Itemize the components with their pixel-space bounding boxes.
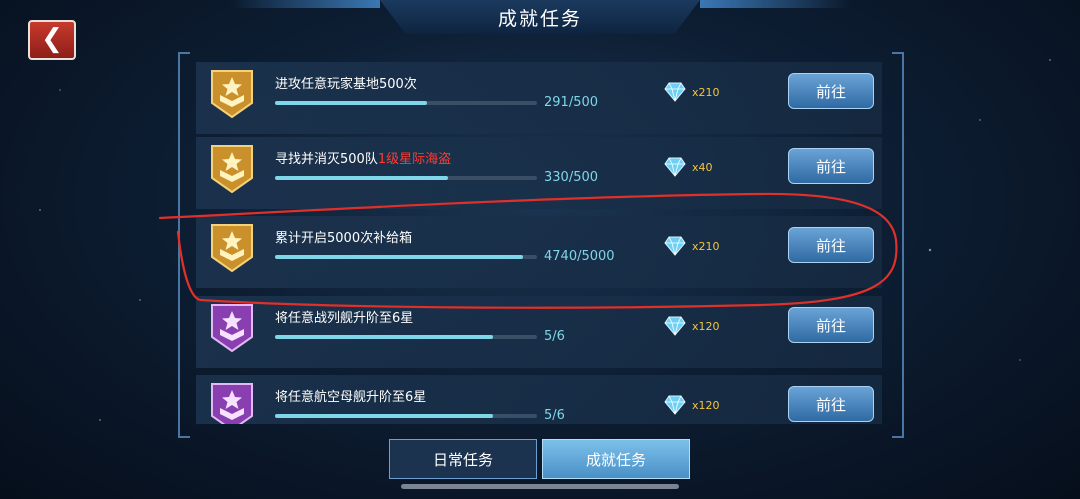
purple-star-badge-icon — [211, 383, 253, 424]
achievement-task-list[interactable]: 进攻任意玩家基地500次 291/500 x210 前往 寻找并消灭500队1级… — [196, 62, 882, 424]
task-label: 寻找并消灭500队1级星际海盗 — [275, 152, 452, 167]
list-frame-left — [178, 52, 190, 438]
reward-count: x210 — [692, 86, 720, 99]
gold-star-badge-icon — [211, 224, 253, 273]
task-row: 进攻任意玩家基地500次 291/500 x210 前往 — [196, 62, 882, 134]
progress-text: 291/500 — [544, 95, 599, 110]
progress-text: 5/6 — [544, 408, 565, 423]
diamond-icon — [664, 82, 686, 102]
task-row: 将任意战列舰升阶至6星 5/6 x120 前往 — [196, 296, 882, 368]
progress-fill — [275, 176, 448, 180]
go-button[interactable]: 前往 — [788, 386, 874, 422]
chevron-left-icon: ❮ — [41, 24, 63, 54]
purple-star-badge-icon — [211, 304, 253, 353]
diamond-icon — [664, 236, 686, 256]
progress-fill — [275, 335, 494, 339]
title-bar: 成就任务 — [380, 0, 700, 34]
gold-star-badge-icon — [211, 70, 253, 119]
progress-bar — [275, 176, 537, 180]
reward-count: x120 — [692, 399, 720, 412]
progress-bar — [275, 101, 537, 105]
page-title: 成就任务 — [497, 7, 582, 30]
task-label: 进攻任意玩家基地500次 — [275, 77, 417, 92]
task-label: 将任意战列舰升阶至6星 — [275, 311, 414, 326]
title-decoration-left — [230, 0, 380, 8]
go-button[interactable]: 前往 — [788, 148, 874, 184]
diamond-icon — [664, 316, 686, 336]
go-button[interactable]: 前往 — [788, 73, 874, 109]
progress-text: 5/6 — [544, 329, 565, 344]
reward-count: x40 — [692, 161, 713, 174]
diamond-icon — [664, 395, 686, 415]
go-button[interactable]: 前往 — [788, 307, 874, 343]
go-button[interactable]: 前往 — [788, 227, 874, 263]
task-row: 将任意航空母舰升阶至6星 5/6 x120 前往 — [196, 375, 882, 424]
progress-fill — [275, 101, 428, 105]
title-decoration-right — [700, 0, 850, 8]
task-label: 将任意航空母舰升阶至6星 — [275, 390, 427, 405]
progress-fill — [275, 255, 524, 259]
reward-count: x210 — [692, 240, 720, 253]
progress-bar — [275, 335, 537, 339]
progress-fill — [275, 414, 494, 418]
diamond-icon — [664, 157, 686, 177]
progress-text: 330/500 — [544, 170, 599, 185]
list-frame-right — [892, 52, 904, 438]
task-label: 累计开启5000次补给箱 — [275, 231, 413, 246]
tab-daily-tasks[interactable]: 日常任务 — [389, 439, 537, 479]
task-row: 累计开启5000次补给箱 4740/5000 x210 前往 — [196, 216, 882, 288]
progress-bar — [275, 414, 537, 418]
home-indicator[interactable] — [401, 484, 679, 489]
progress-bar — [275, 255, 537, 259]
gold-star-badge-icon — [211, 145, 253, 194]
task-row: 寻找并消灭500队1级星际海盗 330/500 x40 前往 — [196, 137, 882, 209]
back-button[interactable]: ❮ — [28, 20, 76, 60]
tab-achievement-tasks[interactable]: 成就任务 — [542, 439, 690, 479]
reward-count: x120 — [692, 320, 720, 333]
progress-text: 4740/5000 — [544, 249, 615, 264]
